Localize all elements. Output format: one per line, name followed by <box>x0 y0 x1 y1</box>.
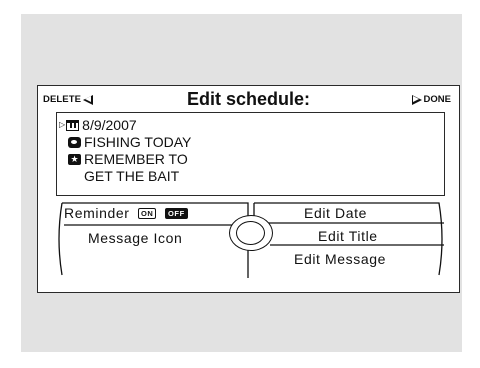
schedule-date: 8/9/2007 <box>82 117 137 133</box>
fish-icon <box>68 136 81 148</box>
reminder-toggle[interactable]: Reminder ON OFF <box>64 205 188 221</box>
control-menu: Reminder ON OFF Message Icon Edit Date E… <box>56 200 445 278</box>
schedule-message-box: ▷ 8/9/2007 FISHING TODAY ★ REMEMBER TO G… <box>56 112 445 196</box>
page-title: Edit schedule: <box>186 89 311 109</box>
message-line-1: FISHING TODAY <box>68 134 191 150</box>
display-screen: DELETE Edit schedule: DONE ▷ 8/9/2007 FI… <box>37 85 460 293</box>
selector-knob[interactable] <box>229 215 273 251</box>
message-text-1: FISHING TODAY <box>84 134 192 150</box>
message-line-3: GET THE BAIT <box>84 168 179 184</box>
reminder-on-option[interactable]: ON <box>138 208 157 219</box>
star-icon: ★ <box>68 153 81 165</box>
message-text-2: REMEMBER TO <box>84 151 188 167</box>
done-label: DONE <box>423 94 451 105</box>
edit-message-button[interactable]: Edit Message <box>294 251 386 267</box>
message-text-3: GET THE BAIT <box>84 168 180 184</box>
reminder-label: Reminder <box>64 205 130 221</box>
reminder-off-option[interactable]: OFF <box>164 208 188 219</box>
message-line-2: ★ REMEMBER TO <box>68 151 188 167</box>
edit-date-button[interactable]: Edit Date <box>304 205 367 221</box>
edit-title-button[interactable]: Edit Title <box>318 228 378 244</box>
message-icon-button[interactable]: Message Icon <box>88 230 182 246</box>
selector-knob-center <box>236 221 265 245</box>
done-button[interactable]: DONE <box>411 94 451 105</box>
header-bar: DELETE Edit schedule: DONE <box>38 86 459 112</box>
calendar-icon <box>66 119 80 131</box>
pointer-icon: ▷ <box>59 120 66 129</box>
date-line: ▷ 8/9/2007 <box>59 117 137 133</box>
right-arrow-icon <box>411 94 422 105</box>
